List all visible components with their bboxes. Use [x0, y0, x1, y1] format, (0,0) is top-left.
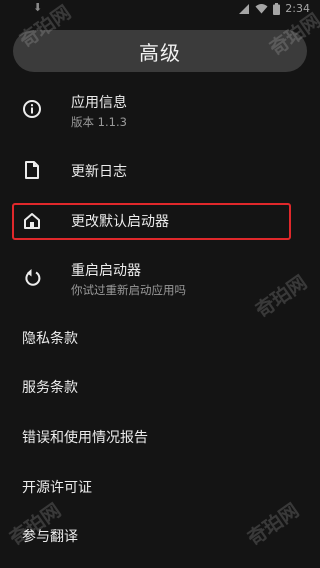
version-text: 版本 1.1.3	[71, 115, 127, 129]
restart-subtitle: 你试过重新启动应用吗	[71, 283, 186, 297]
app-info-label: 应用信息	[71, 95, 127, 111]
signal-icon	[238, 3, 250, 15]
battery-icon	[273, 2, 281, 15]
error-report-link[interactable]: 错误和使用情况报告	[22, 427, 148, 447]
wifi-icon	[255, 3, 268, 14]
app-info-item[interactable]: 应用信息 版本 1.1.3	[0, 88, 320, 132]
changelog-item[interactable]: 更新日志	[0, 150, 320, 190]
restart-icon	[22, 267, 42, 287]
page-title: 高级	[139, 40, 181, 65]
terms-link[interactable]: 服务条款	[22, 377, 78, 397]
title-bar: 高级	[13, 30, 307, 72]
info-icon	[22, 99, 42, 119]
privacy-link[interactable]: 隐私条款	[22, 328, 78, 348]
highlight-box	[12, 203, 291, 240]
license-link[interactable]: 开源许可证	[22, 477, 92, 497]
file-icon	[22, 160, 42, 180]
changelog-label: 更新日志	[71, 164, 127, 180]
watermark: 奇珀网	[243, 499, 304, 551]
restart-launcher-label: 重启启动器	[71, 263, 141, 279]
